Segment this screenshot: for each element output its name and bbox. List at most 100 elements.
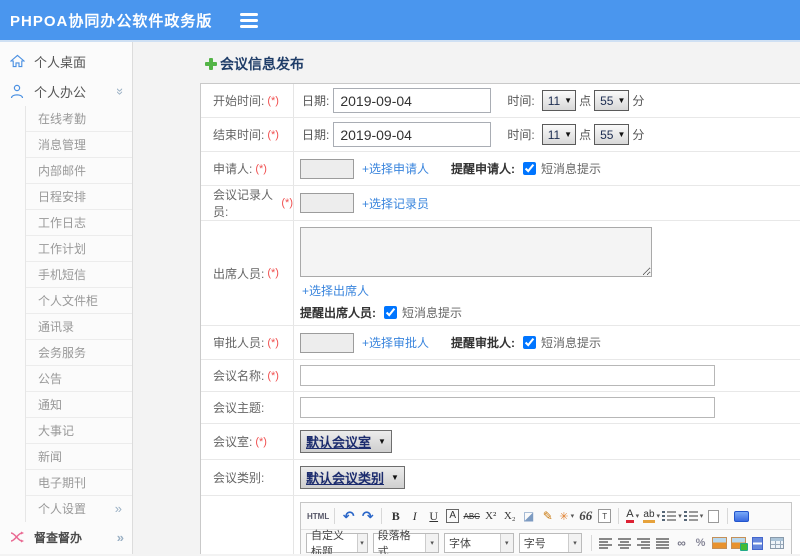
insert-link-button[interactable]: ∞ <box>672 533 691 554</box>
minute-unit: 分 <box>632 128 645 142</box>
field-label: 会议名称: <box>213 369 265 383</box>
align-justify-button[interactable] <box>653 533 672 554</box>
insert-image-button[interactable] <box>710 533 729 554</box>
attendees-textarea[interactable] <box>300 227 652 277</box>
sidebar-item-label: 督查督办 <box>34 530 83 545</box>
sidebar-item-announcement[interactable]: 公告 <box>26 366 132 392</box>
date-label: 日期: <box>302 94 330 108</box>
recorder-input[interactable] <box>300 193 354 213</box>
page-break-button[interactable] <box>748 533 767 554</box>
sidebar-item-meeting-service[interactable]: 会务服务 <box>26 340 132 366</box>
shuffle-icon <box>10 529 26 545</box>
font-border-button[interactable]: A <box>446 509 460 523</box>
select-applicant-link[interactable]: +选择申请人 <box>362 160 429 177</box>
required-marker: (*) <box>267 336 279 349</box>
meeting-name-input[interactable] <box>300 365 715 386</box>
sidebar-item-supervision[interactable]: 督查督办 » <box>0 522 132 552</box>
end-date-input[interactable] <box>333 122 492 147</box>
meeting-subject-input[interactable] <box>300 397 715 418</box>
chevron-down-icon: ▾ <box>656 513 661 520</box>
menu-icon[interactable] <box>240 10 259 31</box>
sidebar-item-personal-settings[interactable]: 个人设置 » <box>26 496 132 522</box>
upload-image-button[interactable] <box>729 533 748 554</box>
superscript-button[interactable]: X² <box>481 506 500 527</box>
sidebar-item-file-cabinet[interactable]: 个人文件柜 <box>26 288 132 314</box>
remove-format-button[interactable]: ◪ <box>519 506 538 527</box>
paragraph-format-select[interactable]: 段落格式 ▾ <box>372 530 440 554</box>
align-center-icon <box>618 537 631 549</box>
start-date-input[interactable] <box>333 88 492 113</box>
chevron-down-icon: ▼ <box>564 96 573 105</box>
sidebar-item-work-plan[interactable]: 工作计划 <box>26 236 132 262</box>
row-meeting-name: 会议名称: (*) <box>201 360 800 392</box>
sidebar-item-notice[interactable]: 通知 <box>26 392 132 418</box>
align-right-button[interactable] <box>634 533 653 554</box>
required-marker: (*) <box>267 369 279 382</box>
applicant-input[interactable] <box>300 158 354 179</box>
approver-sms-checkbox[interactable] <box>523 336 537 349</box>
applicant-sms-checkbox[interactable] <box>523 162 537 175</box>
monitor-icon <box>734 510 750 522</box>
font-color-button[interactable]: A ▾ <box>623 506 642 527</box>
strikethrough-button[interactable]: ABC <box>462 506 481 527</box>
sidebar-item-e-journal[interactable]: 电子期刊 <box>26 470 132 496</box>
new-page-button[interactable] <box>704 506 723 527</box>
meeting-room-select[interactable]: 默认会议室 ▼ <box>300 430 392 453</box>
page-break-icon <box>752 536 763 550</box>
blockquote-button[interactable]: 66 <box>576 506 595 527</box>
underline-button[interactable]: U <box>424 506 443 527</box>
sidebar-item-messages[interactable]: 消息管理 <box>26 132 132 158</box>
sidebar-item-schedule[interactable]: 日程安排 <box>26 184 132 210</box>
required-marker: (*) <box>267 128 279 141</box>
undo-button[interactable]: ↶ <box>339 506 358 527</box>
sidebar-item-internal-mail[interactable]: 内部邮件 <box>26 158 132 184</box>
chevron-double-down-icon: » <box>112 87 128 95</box>
auto-typeset-button[interactable]: ✳ ▾ <box>557 506 576 527</box>
start-hour-select[interactable]: 11 ▼ <box>541 90 577 111</box>
font-family-select[interactable]: 字体 ▾ <box>444 533 514 553</box>
select-recorder-link[interactable]: +选择记录员 <box>362 195 429 212</box>
approver-input[interactable] <box>300 332 354 353</box>
chevron-down-icon: ▾ <box>499 534 513 552</box>
required-marker: (*) <box>255 162 267 175</box>
sidebar-item-contacts[interactable]: 通讯录 <box>26 314 132 340</box>
font-size-select[interactable]: 字号 ▾ <box>518 533 582 553</box>
html-source-button[interactable]: HTML <box>306 506 330 527</box>
bold-button[interactable]: B <box>386 506 405 527</box>
redo-button[interactable]: ↷ <box>358 506 377 527</box>
format-painter-button[interactable]: ✎ <box>538 506 557 527</box>
paste-icon[interactable]: T <box>598 509 612 523</box>
sidebar-item-office[interactable]: 个人办公 » <box>0 76 132 106</box>
editor-toolbar-row1: HTML ↶ ↷ B I U A ABC X² X₂ ◪ ✎ ✳ ▾ 66 T … <box>301 503 791 530</box>
meeting-category-select[interactable]: 默认会议类别 ▼ <box>300 466 405 489</box>
sidebar-item-attendance[interactable]: 在线考勤 <box>26 106 132 132</box>
sidebar-item-major-events[interactable]: 大事记 <box>26 418 132 444</box>
fullscreen-button[interactable] <box>732 506 751 527</box>
sidebar-item-work-log[interactable]: 工作日志 <box>26 210 132 236</box>
unordered-list-button[interactable]: ▾ <box>683 506 705 527</box>
italic-button[interactable]: I <box>405 506 424 527</box>
end-hour-select[interactable]: 11 ▼ <box>541 124 577 145</box>
end-minute-select[interactable]: 55 ▼ <box>594 124 630 145</box>
field-label: 会议记录人员: <box>213 188 274 219</box>
select-approver-link[interactable]: +选择审批人 <box>362 334 429 351</box>
field-label: 审批人员: <box>213 336 265 350</box>
highlight-button[interactable]: ab ▾ <box>642 506 661 527</box>
sidebar-item-news[interactable]: 新闻 <box>26 444 132 470</box>
insert-table-button[interactable] <box>767 533 786 554</box>
attendees-sms-checkbox[interactable] <box>384 306 397 319</box>
sidebar-item-sms[interactable]: 手机短信 <box>26 262 132 288</box>
custom-title-select[interactable]: 自定义标题 ▾ <box>306 530 368 554</box>
unlink-button[interactable]: % <box>691 533 710 554</box>
chevron-down-icon: ▾ <box>425 534 439 552</box>
select-attendees-link[interactable]: +选择出席人 <box>302 284 369 298</box>
subscript-button[interactable]: X₂ <box>500 506 519 527</box>
sidebar-item-desktop[interactable]: 个人桌面 <box>0 46 132 76</box>
start-minute-select[interactable]: 55 ▼ <box>594 90 630 111</box>
field-label: 出席人员: <box>213 266 265 281</box>
required-marker: (*) <box>267 267 279 279</box>
ordered-list-button[interactable]: ▾ <box>661 506 683 527</box>
row-meeting-category: 会议类别: 默认会议类别 ▼ <box>201 460 800 496</box>
align-left-button[interactable] <box>596 533 615 554</box>
align-center-button[interactable] <box>615 533 634 554</box>
